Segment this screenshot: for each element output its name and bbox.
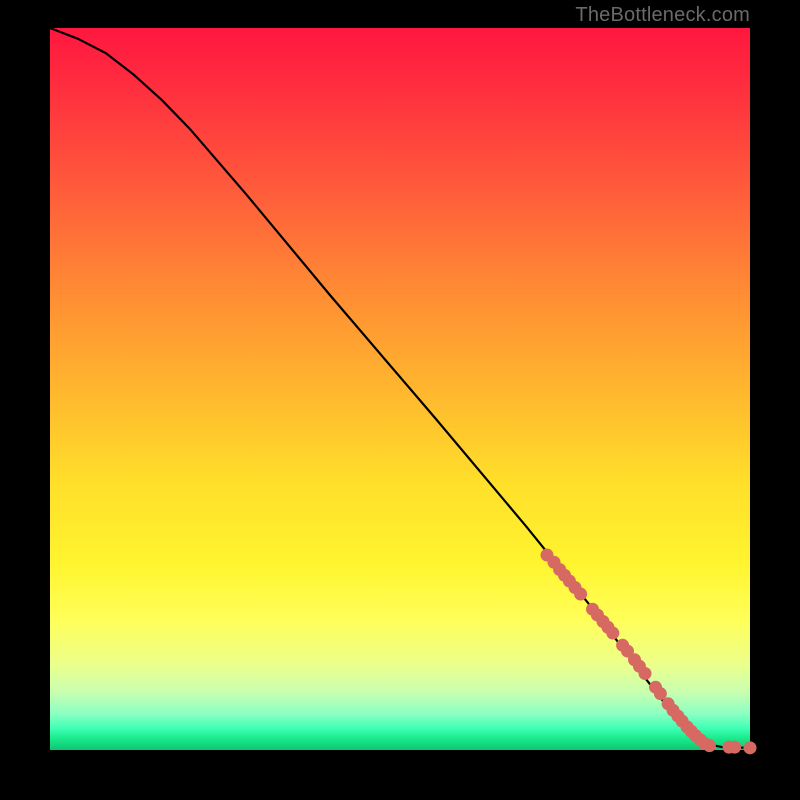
curve-svg (50, 28, 750, 750)
chart-frame: TheBottleneck.com (0, 0, 800, 800)
data-marker (728, 741, 741, 754)
bottleneck-curve (50, 28, 750, 748)
data-marker (703, 739, 716, 752)
data-marker (744, 741, 757, 754)
attribution-label: TheBottleneck.com (575, 4, 750, 27)
plot-area (50, 28, 750, 750)
data-marker (574, 588, 587, 601)
data-marker (639, 667, 652, 680)
data-markers (541, 549, 757, 755)
data-marker (606, 627, 619, 640)
